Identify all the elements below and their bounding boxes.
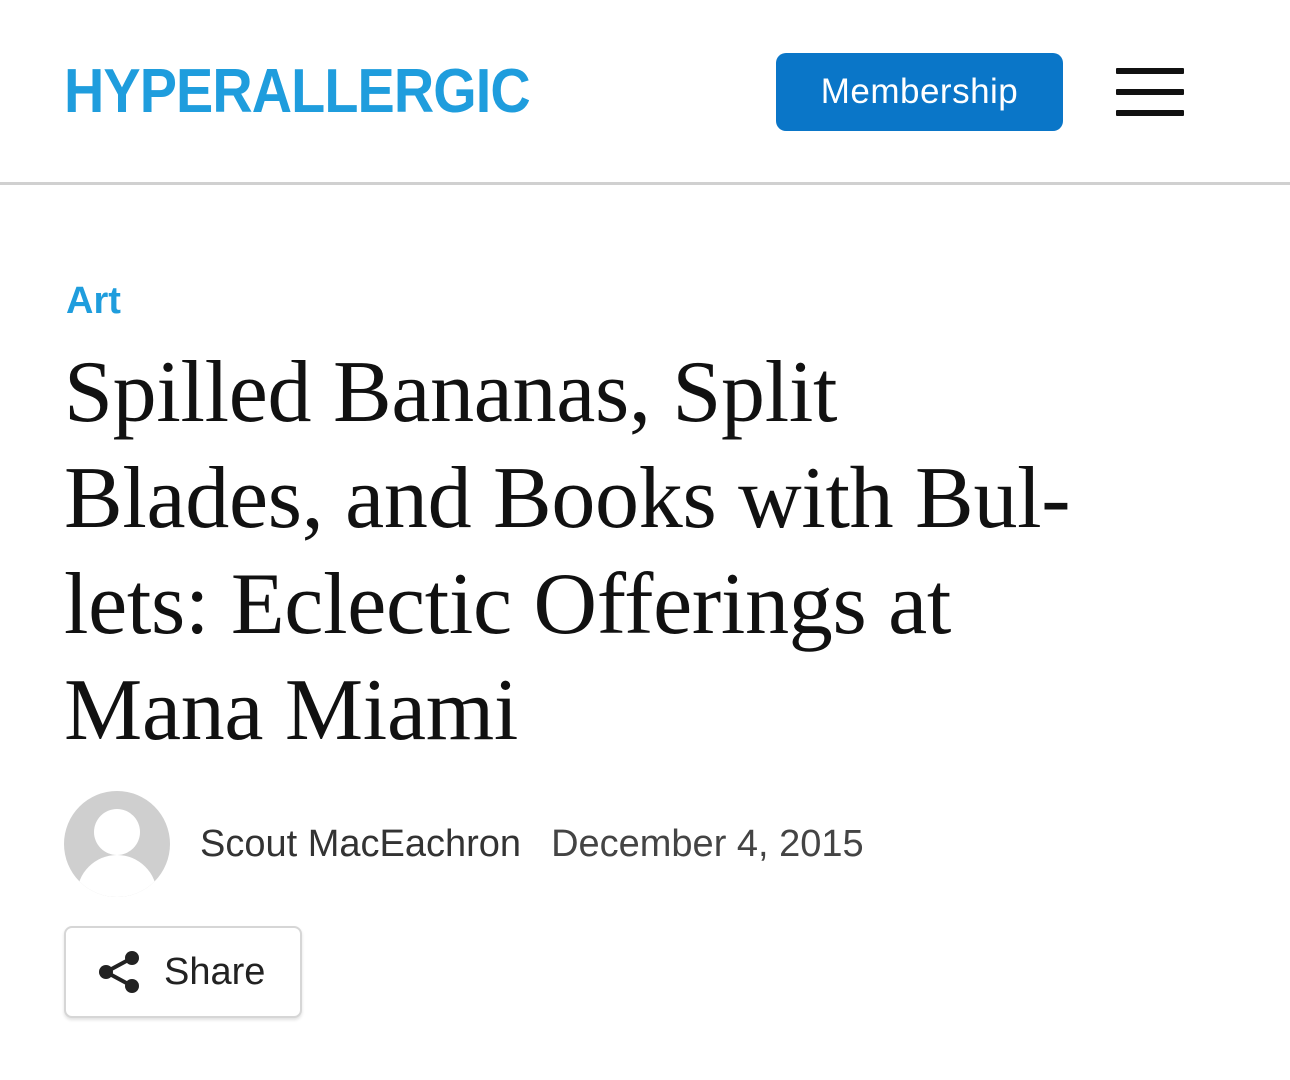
headline-line: Blades, and Books with Bul-	[64, 450, 1071, 547]
share-label: Share	[164, 950, 266, 993]
menu-bar	[1116, 89, 1184, 95]
headline-line: Spilled Bananas, Split	[64, 344, 838, 441]
membership-button[interactable]: Membership	[776, 53, 1063, 131]
headline-line: lets: Eclectic Offerings at	[64, 556, 952, 653]
publish-date: December 4, 2015	[551, 822, 864, 865]
menu-bar	[1116, 68, 1184, 74]
share-icon	[99, 951, 139, 993]
headline-line: Mana Miami	[64, 662, 519, 759]
site-logo[interactable]: HYPERALLERGIC	[64, 52, 531, 130]
article-headline: Spilled Bananas, Split Blades, and Books…	[64, 340, 1224, 764]
share-button[interactable]: Share	[64, 926, 302, 1018]
category-link[interactable]: Art	[66, 280, 121, 322]
default-avatar-icon[interactable]	[64, 791, 170, 897]
author-name[interactable]: Scout MacEachron	[200, 823, 521, 866]
byline: Scout MacEachron December 4, 2015	[64, 785, 864, 903]
menu-bar	[1116, 110, 1184, 116]
site-header: HYPERALLERGIC Membership	[0, 0, 1290, 185]
hamburger-menu-icon[interactable]	[1116, 68, 1184, 116]
